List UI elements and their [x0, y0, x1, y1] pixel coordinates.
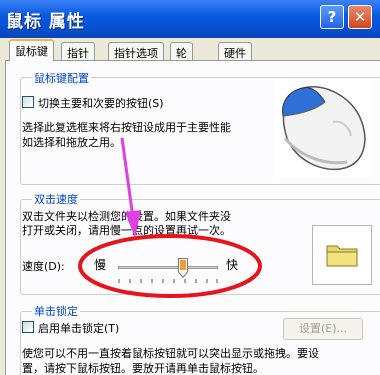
click-lock-label[interactable]: 启用单击锁定(T) — [38, 320, 119, 336]
swap-buttons-checkbox[interactable] — [22, 96, 34, 108]
fast-label: 快 — [226, 258, 239, 272]
click-lock-desc-1: 使您可以不用一直按着鼠标按钮就可以突出显示或拖拽。要设 — [22, 347, 319, 360]
speed-slider-thumb[interactable] — [178, 258, 188, 278]
tab-pointer-options[interactable]: 指针选项 — [108, 42, 164, 60]
tab-hardware[interactable]: 硬件 — [218, 42, 252, 60]
slow-label: 慢 — [94, 258, 107, 272]
double-click-legend: 双击速度 — [32, 191, 80, 207]
tab-buttons[interactable]: 鼠标键 — [9, 39, 54, 61]
tab-label: 轮 — [176, 47, 187, 60]
button-config-desc-2: 如选择和拖放之用。 — [22, 136, 121, 149]
button-config-legend: 鼠标键配置 — [32, 70, 91, 86]
mouse-properties-window: 鼠标 属性 ? ✕ 鼠标键 指针 指针选项 轮 硬件 鼠标键配置 切换主要和次要… — [0, 0, 380, 375]
tab-label: 硬件 — [224, 47, 246, 60]
slider-ticks — [118, 279, 218, 283]
close-button[interactable]: ✕ — [348, 5, 372, 29]
help-icon: ? — [327, 8, 337, 26]
speed-slider-track[interactable] — [118, 266, 218, 269]
test-folder-area[interactable] — [312, 225, 372, 285]
close-icon: ✕ — [353, 8, 367, 26]
click-lock-checkbox[interactable] — [22, 321, 34, 333]
folder-icon — [326, 245, 358, 267]
help-button[interactable]: ? — [320, 5, 344, 29]
click-lock-settings-button[interactable]: 设置(E)... — [283, 318, 363, 340]
swap-buttons-label[interactable]: 切换主要和次要的按钮(S) — [38, 95, 164, 111]
mouse-icon — [275, 80, 372, 178]
speed-label: 速度(D): — [22, 260, 65, 273]
click-lock-legend: 单击锁定 — [32, 303, 80, 319]
double-click-desc-2: 打开或关闭，请用慢一点的设置再试一次。 — [22, 224, 231, 237]
button-config-desc-1: 选择此复选框来将右按钮设成用于主要性能 — [22, 121, 231, 134]
tab-label: 指针选项 — [114, 47, 158, 60]
window-title: 鼠标 属性 — [6, 12, 85, 32]
tab-label: 指针 — [67, 47, 89, 60]
title-bar[interactable]: 鼠标 属性 ? ✕ — [0, 0, 380, 38]
click-lock-desc-2: 置，请按下鼠标按钮。要放开请再单击鼠标按钮。 — [22, 362, 264, 375]
tab-label: 鼠标键 — [15, 45, 48, 58]
tab-wheel[interactable]: 轮 — [170, 42, 193, 60]
tab-pointers[interactable]: 指针 — [61, 42, 95, 60]
